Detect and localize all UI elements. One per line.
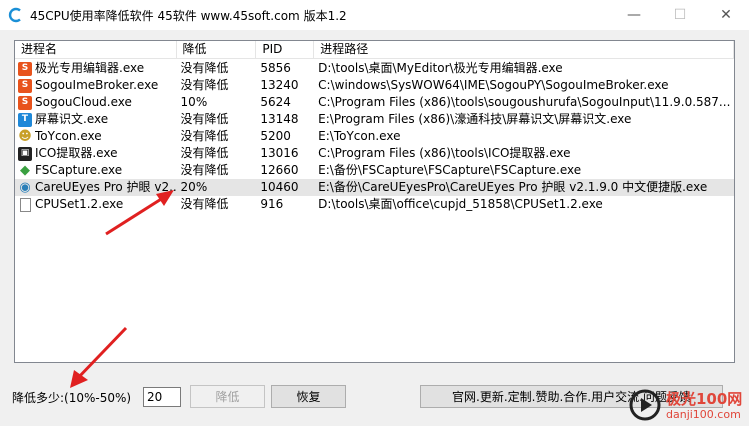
sogou-s-icon: S <box>18 61 32 76</box>
process-name-text: SogouCloud.exe <box>35 95 132 109</box>
app-icon <box>8 7 21 23</box>
close-button[interactable]: ✕ <box>703 0 749 30</box>
cell-path: E:\备份\FSCapture\FSCapture\FSCapture.exe <box>318 163 582 177</box>
cell-reduce: 20% <box>180 180 208 194</box>
table-row[interactable]: CPUSet1.2.exe 没有降低 916 D:\tools\桌面\office\c… <box>15 196 734 213</box>
column-header-pid[interactable]: PID <box>256 41 315 59</box>
cell-pid: 13148 <box>260 112 299 126</box>
cell-path: C:\windows\SysWOW64\IME\SogouPY\SogouIme… <box>318 78 669 92</box>
cell-path: D:\tools\桌面\office\cupjd_51858\CPUSet1.2… <box>318 197 603 211</box>
process-list[interactable]: 进程名 降低 PID 进程路径 S 极光专用编辑器.exe 没有降低 5856 D:\t… <box>14 40 735 363</box>
cell-path: E:\Program Files (x86)\濠通科技\屏幕识文\屏幕识文.ex… <box>318 112 632 126</box>
process-name-text: 极光专用编辑器.exe <box>35 61 145 75</box>
cell-pid: 5624 <box>260 95 291 109</box>
sogou-s-icon: S <box>18 95 32 110</box>
ico-extract-icon: ▣ <box>18 146 32 161</box>
cell-process-name: T 屏幕识文.exe <box>15 111 177 128</box>
cell-process-name: S SogouImeBroker.exe <box>15 77 177 94</box>
column-header-path[interactable]: 进程路径 <box>314 41 734 59</box>
cell-pid: 13240 <box>260 78 299 92</box>
table-row[interactable]: S 极光专用编辑器.exe 没有降低 5856 D:\tools\桌面\MyEditor… <box>15 60 734 77</box>
minimize-button[interactable]: — <box>611 0 657 30</box>
table-row[interactable]: ◆ FSCapture.exe 没有降低 12660 E:\备份\FSCapture\F… <box>15 162 734 179</box>
process-name-text: CareUEyes Pro 护眼 v2... <box>35 180 177 194</box>
cell-path: C:\Program Files (x86)\tools\sougoushuru… <box>318 95 731 109</box>
cell-pid: 12660 <box>260 163 299 177</box>
table-row[interactable]: S SogouImeBroker.exe 没有降低 13240 C:\windows\S… <box>15 77 734 94</box>
cell-process-name: ☻ ToYcon.exe <box>15 128 177 145</box>
table-row[interactable]: ▣ ICO提取器.exe 没有降低 13016 C:\Program Files (x8… <box>15 145 734 162</box>
watermark-url: danji100.com <box>666 408 741 421</box>
cell-path: D:\tools\桌面\MyEditor\极光专用编辑器.exe <box>318 61 563 75</box>
cell-process-name: ▣ ICO提取器.exe <box>15 145 177 162</box>
cell-pid: 10460 <box>260 180 299 194</box>
cell-process-name: ◆ FSCapture.exe <box>15 162 177 179</box>
cell-reduce: 没有降低 <box>180 129 229 143</box>
table-row[interactable]: T 屏幕识文.exe 没有降低 13148 E:\Program Files (x86)… <box>15 111 734 128</box>
cell-process-name: CPUSet1.2.exe <box>15 196 177 213</box>
reduce-amount-input[interactable] <box>143 387 181 407</box>
table-row[interactable]: ☻ ToYcon.exe 没有降低 5200 E:\ToYcon.exe <box>15 128 734 145</box>
process-name-text: SogouImeBroker.exe <box>35 78 159 92</box>
file-icon <box>20 197 31 212</box>
window-title: 45CPU使用率降低软件 45软件 www.45soft.com 版本1.2 <box>30 9 347 23</box>
cell-process-name: ◉ CareUEyes Pro 护眼 v2... <box>15 179 177 196</box>
maximize-button[interactable]: ☐ <box>657 0 703 30</box>
cell-pid: 13016 <box>260 146 299 160</box>
table-row[interactable]: S SogouCloud.exe 10% 5624 C:\Program Files (… <box>15 94 734 111</box>
cell-pid: 5856 <box>260 61 291 75</box>
process-name-text: ToYcon.exe <box>35 129 102 143</box>
cell-pid: 916 <box>260 197 284 211</box>
column-header-process-name[interactable]: 进程名 <box>15 41 177 59</box>
cell-path: C:\Program Files (x86)\tools\ICO提取器.exe <box>318 146 571 160</box>
toycon-icon: ☻ <box>18 129 32 144</box>
restore-button[interactable]: 恢复 <box>271 385 346 408</box>
cell-path: E:\ToYcon.exe <box>318 129 401 143</box>
cell-path: E:\备份\CareUEyesPro\CareUEyes Pro 护眼 v2.1… <box>318 180 708 194</box>
process-name-text: CPUSet1.2.exe <box>35 197 124 211</box>
column-header-reduce[interactable]: 降低 <box>177 41 257 59</box>
process-name-text: 屏幕识文.exe <box>35 112 109 126</box>
cell-reduce: 10% <box>180 95 208 109</box>
process-name-text: ICO提取器.exe <box>35 146 118 160</box>
cell-reduce: 没有降低 <box>180 112 229 126</box>
list-header: 进程名 降低 PID 进程路径 <box>15 41 734 59</box>
cell-reduce: 没有降低 <box>180 146 229 160</box>
eye-icon: ◉ <box>19 180 31 195</box>
title-bar: 45CPU使用率降低软件 45软件 www.45soft.com 版本1.2 —… <box>0 0 749 30</box>
process-name-text: FSCapture.exe <box>35 163 123 177</box>
fscapture-icon: ◆ <box>20 163 30 178</box>
screen-text-icon: T <box>18 112 32 127</box>
list-rows: S 极光专用编辑器.exe 没有降低 5856 D:\tools\桌面\MyEditor… <box>15 60 734 213</box>
reduce-amount-label: 降低多少:(10%-50%) <box>12 391 132 405</box>
cell-process-name: S 极光专用编辑器.exe <box>15 60 177 77</box>
cell-pid: 5200 <box>260 129 291 143</box>
watermark-logo-icon <box>629 389 661 421</box>
watermark-title: 极光100网 <box>666 390 743 408</box>
cell-process-name: S SogouCloud.exe <box>15 94 177 111</box>
reduce-button[interactable]: 降低 <box>190 385 265 408</box>
site-watermark: 极光100网 danji100.com <box>600 384 749 426</box>
table-row[interactable]: ◉ CareUEyes Pro 护眼 v2... 20% 10460 E:\备份\Car… <box>15 179 734 196</box>
cell-reduce: 没有降低 <box>180 197 229 211</box>
sogou-s-icon: S <box>18 78 32 93</box>
cell-reduce: 没有降低 <box>180 78 229 92</box>
cell-reduce: 没有降低 <box>180 163 229 177</box>
cell-reduce: 没有降低 <box>180 61 229 75</box>
